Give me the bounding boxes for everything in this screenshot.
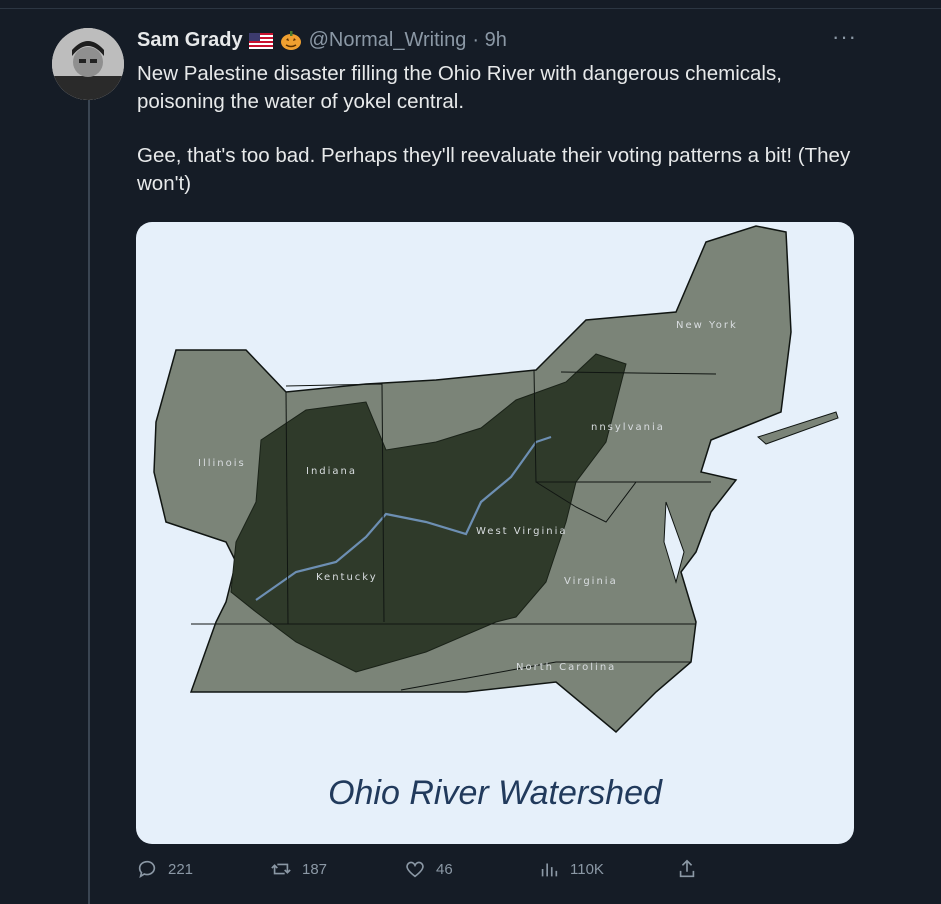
- watershed-map: New York nnsylvania Illinois Indiana Wes…: [153, 225, 839, 734]
- tweet-paragraph-2: Gee, that's too bad. Perhaps they'll ree…: [137, 144, 851, 195]
- views-button[interactable]: 110K: [538, 858, 604, 880]
- share-icon: [679, 859, 695, 878]
- tweet-media[interactable]: New York nnsylvania Illinois Indiana Wes…: [136, 222, 854, 844]
- tweet-text: New Palestine disaster filling the Ohio …: [137, 60, 857, 224]
- label-west-virginia: West Virginia: [476, 526, 567, 537]
- media-caption: Ohio River Watershed: [328, 774, 662, 812]
- tweet-paragraph-1: New Palestine disaster filling the Ohio …: [137, 62, 782, 113]
- retweet-button[interactable]: 187: [270, 858, 327, 880]
- like-count: 46: [436, 860, 453, 878]
- reply-icon: [138, 860, 156, 879]
- retweet-count: 187: [302, 860, 328, 878]
- retweet-icon: [271, 863, 291, 875]
- like-icon: [406, 861, 424, 878]
- views-count: 110K: [570, 860, 604, 878]
- label-pennsylvania: nnsylvania: [591, 422, 665, 433]
- tweet-actions: 221 187 46 110K: [136, 858, 716, 886]
- thread-line: [88, 100, 90, 904]
- more-icon[interactable]: ···: [832, 24, 857, 50]
- label-kentucky: Kentucky: [316, 572, 378, 583]
- label-new-york: New York: [676, 320, 738, 331]
- views-icon: [541, 863, 558, 877]
- author-name[interactable]: Sam Grady: [137, 29, 243, 52]
- reply-count: 221: [168, 860, 194, 878]
- tweet-header: Sam Grady @Normal_Writing · 9h: [137, 26, 507, 54]
- share-button[interactable]: [676, 858, 698, 880]
- author-handle[interactable]: @Normal_Writing: [309, 29, 467, 52]
- pumpkin-icon: [279, 28, 303, 52]
- label-north-carolina: North Carolina: [516, 662, 616, 673]
- top-divider: [0, 8, 941, 9]
- avatar[interactable]: [52, 28, 124, 100]
- tweet-time[interactable]: · 9h: [472, 29, 506, 52]
- label-indiana: Indiana: [306, 466, 357, 477]
- us-flag-icon: [248, 32, 273, 49]
- like-button[interactable]: 46: [404, 858, 453, 880]
- label-virginia: Virginia: [564, 576, 618, 587]
- reply-button[interactable]: 221: [136, 858, 193, 880]
- label-illinois: Illinois: [198, 458, 246, 469]
